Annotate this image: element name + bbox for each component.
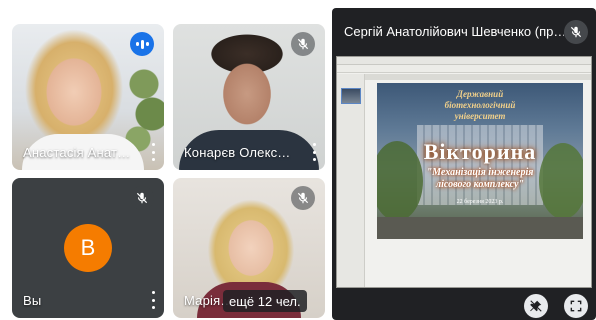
- app-menubar: [337, 57, 591, 65]
- slide-thumbnail: [341, 88, 361, 104]
- slide-institution: Державний біотехнологічний університет: [444, 89, 516, 121]
- participant-tile-maria[interactable]: Марія… ещё 12 чел.: [173, 178, 325, 318]
- participant-name: Вы: [23, 293, 42, 308]
- more-participants-button[interactable]: ещё 12 чел.: [223, 290, 307, 312]
- fullscreen-icon: [570, 300, 582, 312]
- ground: [377, 217, 583, 239]
- participant-tile-anastasia[interactable]: Анастасія Анат…: [12, 24, 164, 170]
- pin-off-icon: [530, 300, 542, 312]
- mic-off-icon: [291, 186, 315, 210]
- presentation-slide: Державний біотехнологічний університет В…: [377, 83, 583, 239]
- fullscreen-button[interactable]: [564, 294, 588, 318]
- slide-title: Вікторина: [423, 139, 537, 164]
- ruler: [365, 74, 591, 80]
- more-vert-icon[interactable]: [311, 143, 317, 161]
- audio-level-icon: [130, 32, 154, 56]
- more-vert-icon[interactable]: [150, 291, 156, 309]
- app-toolbar: [337, 65, 591, 73]
- slide-subtitle: "Механізація інженерія лісового комплекс…: [426, 167, 534, 190]
- mic-off-icon: [564, 20, 588, 44]
- avatar: В: [64, 224, 112, 272]
- participant-tile-self[interactable]: В Вы: [12, 178, 164, 318]
- slide-thumbnails: [337, 74, 365, 287]
- participant-name: Конарєв Олекс…: [184, 145, 291, 160]
- university-building: [417, 125, 543, 205]
- mic-off-icon: [291, 32, 315, 56]
- presentation-panel: Сергій Анатолійович Шевченко (пр… Держав…: [332, 8, 596, 320]
- more-vert-icon[interactable]: [150, 143, 156, 161]
- participant-name: Анастасія Анат…: [23, 145, 131, 160]
- pin-off-button[interactable]: [524, 294, 548, 318]
- slide-date: 22 березня 2023 р.: [456, 199, 504, 205]
- participants-grid: Анастасія Анат… Конарєв Олекс… В Вы Марі…: [0, 0, 330, 320]
- mic-off-icon: [130, 186, 154, 210]
- presenter-name: Сергій Анатолійович Шевченко (пр…: [344, 24, 564, 39]
- shared-screen: Державний біотехнологічний університет В…: [336, 56, 592, 288]
- participant-tile-konarev[interactable]: Конарєв Олекс…: [173, 24, 325, 170]
